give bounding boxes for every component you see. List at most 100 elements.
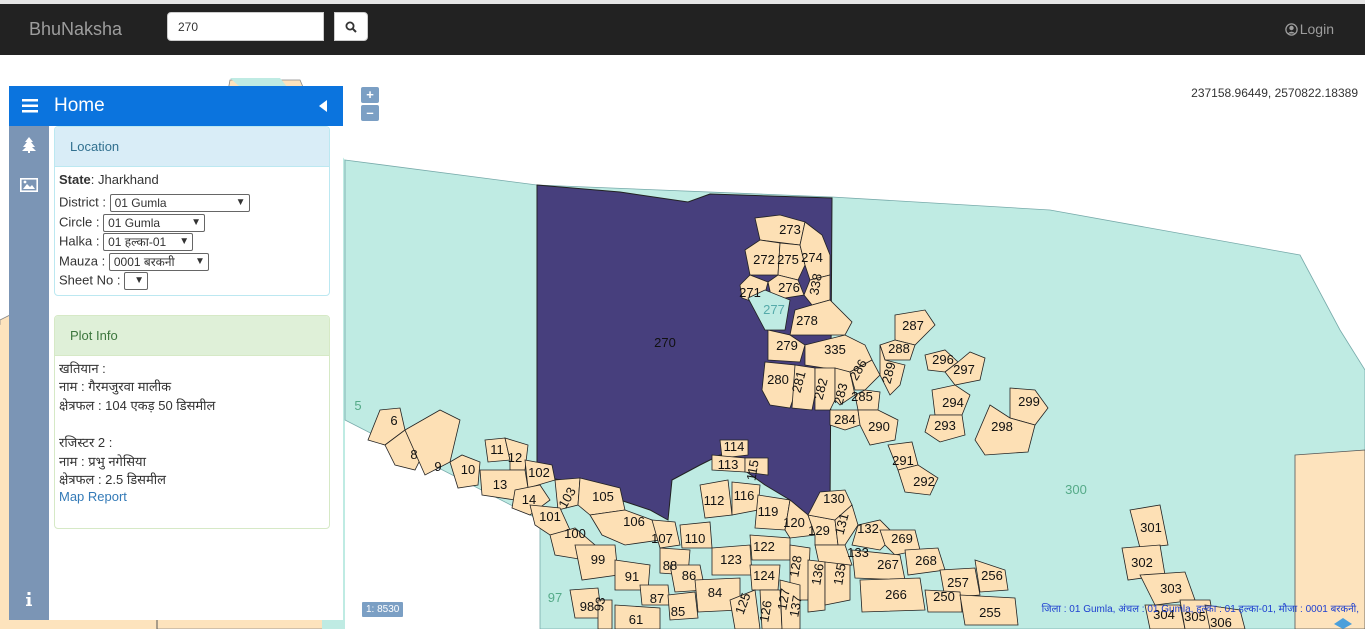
district-label: District : (59, 194, 106, 210)
sidebar-tabs (9, 126, 49, 620)
plot-label: 290 (868, 419, 890, 434)
tab-info[interactable] (9, 584, 49, 614)
plot-label: 297 (953, 362, 975, 377)
plot-label: 256 (981, 568, 1003, 583)
plot-label: 287 (902, 318, 924, 333)
location-panel: Location State: Jharkhand District : 01 … (54, 126, 330, 296)
plot-label: 9 (434, 459, 441, 474)
halka-select[interactable]: 01 हल्का-01 ▼ (103, 233, 194, 251)
plot-label: 284 (834, 412, 856, 427)
plot-label: 61 (629, 612, 643, 627)
district-select[interactable]: 01 Gumla ▼ (109, 194, 250, 212)
search-input[interactable] (167, 12, 324, 41)
map-report-link[interactable]: Map Report (59, 489, 127, 504)
plot-label: 133 (847, 545, 869, 560)
sheet-select[interactable]: ▼ (124, 272, 149, 290)
plot-label: 116 (734, 488, 755, 503)
area-value: क्षेत्रफल : 104 एकड़ 50 डिसमील (59, 398, 216, 413)
plot-label: 250 (933, 589, 955, 604)
zoom-in-button[interactable]: + (361, 87, 379, 103)
plot-label: 5 (354, 398, 361, 413)
plot-label: 288 (888, 341, 910, 356)
tree-icon (22, 137, 36, 153)
mauza-label: Mauza : (59, 253, 106, 269)
district-row: District : 01 Gumla ▼ (59, 194, 250, 212)
plot-label: 303 (1160, 581, 1182, 596)
plot-label: 13 (493, 477, 507, 492)
sheet-label: Sheet No : (59, 272, 121, 288)
coordinate-readout: 237158.96449, 2570822.18389 (1191, 86, 1358, 100)
plot-label: 97 (548, 590, 562, 605)
plot-label: 273 (779, 222, 801, 237)
register-area: क्षेत्रफल : 2.5 डिसमील (59, 472, 166, 487)
plot-label: 257 (947, 575, 969, 590)
menu-icon[interactable] (22, 99, 38, 113)
owner-name: नाम : गैरमजुरवा मालीक (59, 379, 172, 394)
plot-label: 278 (796, 313, 818, 328)
tab-tree[interactable] (9, 130, 49, 160)
chevron-down-icon: ▼ (235, 197, 246, 208)
district-value: 01 Gumla (114, 196, 167, 210)
plot-label: 268 (915, 553, 937, 568)
plot-label: 12 (508, 450, 522, 465)
plot-label: 132 (857, 521, 879, 536)
plot-label-270: 270 (654, 335, 676, 350)
plot-label: 292 (913, 474, 935, 489)
state-label: State (59, 172, 91, 187)
plot-label: 306 (1210, 615, 1232, 629)
plot-label: 130 (823, 491, 845, 506)
zoom-out-button[interactable]: – (361, 105, 379, 121)
plot-label: 285 (851, 389, 873, 404)
tab-image[interactable] (9, 170, 49, 200)
plot-label: 120 (783, 515, 805, 530)
plot-label: 113 (718, 457, 739, 472)
plot-label: 107 (651, 531, 673, 546)
plot-label: 266 (885, 587, 907, 602)
sidebar-header: Home (9, 86, 343, 126)
navbar: BhuNaksha Login (0, 4, 1365, 55)
image-icon (20, 178, 38, 192)
plot-label: 14 (522, 492, 536, 507)
plot-label: 84 (708, 585, 722, 600)
info-icon (26, 592, 32, 606)
plot-label: 110 (685, 531, 706, 546)
login-label: Login (1299, 21, 1334, 37)
chevron-down-icon: ▼ (134, 275, 145, 286)
circle-row: Circle : 01 Gumla ▼ (59, 214, 206, 232)
circle-select[interactable]: 01 Gumla ▼ (103, 214, 206, 232)
register-label: रजिस्टर 2 : (59, 435, 113, 450)
plot-label: 91 (625, 569, 639, 584)
halka-label: Halka : (59, 233, 100, 249)
chevron-down-icon: ▼ (179, 236, 190, 247)
plot-label: 302 (1131, 555, 1153, 570)
state-row: State: Jharkhand (59, 172, 159, 187)
state-value: : Jharkhand (90, 172, 159, 187)
plot-label: 100 (564, 526, 586, 541)
plot-label: 275 (777, 252, 799, 267)
plot-label: 85 (671, 604, 685, 619)
circle-value: 01 Gumla (108, 216, 161, 230)
plot-label: 272 (753, 252, 775, 267)
collapse-left-icon[interactable] (319, 100, 327, 112)
plot-label: 10 (461, 462, 475, 477)
sidebar-title: Home (54, 95, 105, 116)
location-heading: Location (55, 127, 329, 167)
plot-label: 301 (1140, 520, 1162, 535)
plot-label: 93 (591, 596, 608, 613)
plot-label: 123 (720, 552, 742, 567)
plot-info-panel: Plot Info खतियान : नाम : गैरमजुरवा मालीक… (54, 315, 330, 529)
search-icon (345, 21, 357, 33)
search-group (167, 12, 368, 43)
plot-info-heading: Plot Info (55, 316, 329, 356)
circle-label: Circle : (59, 214, 100, 230)
plot-label: 101 (539, 509, 561, 524)
brand-logo[interactable]: BhuNaksha (29, 19, 122, 40)
search-button[interactable] (334, 12, 368, 41)
mauza-value: 0001 बरकनी (113, 255, 175, 269)
location-footer: जिला : 01 Gumla, अंचल : 01 Gumla, हल्का … (1041, 604, 1359, 615)
plot-label: 119 (758, 504, 779, 519)
login-link[interactable]: Login (1284, 21, 1334, 37)
plot-label: 88 (663, 558, 677, 573)
mauza-select[interactable]: 0001 बरकनी ▼ (108, 253, 209, 271)
plot-label: 86 (682, 568, 696, 583)
